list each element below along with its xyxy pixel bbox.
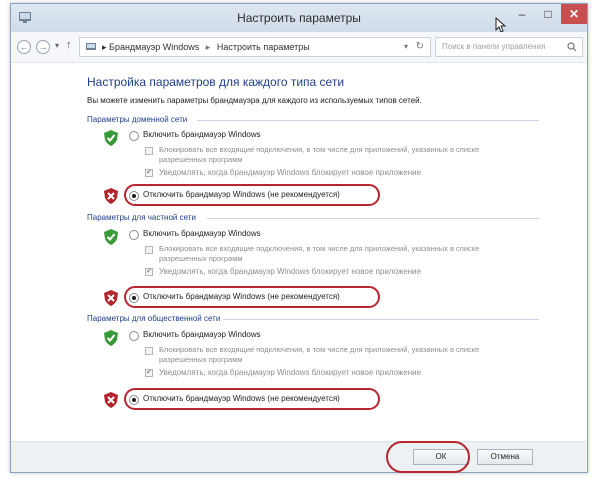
page-description: Вы можете изменить параметры брандмауэра… bbox=[87, 96, 422, 105]
highlight-oval bbox=[124, 388, 380, 410]
content-area: Настройка параметров для каждого типа се… bbox=[11, 63, 587, 445]
breadcrumb-settings[interactable]: Настроить параметры bbox=[217, 42, 310, 52]
breadcrumb-firewall[interactable]: Брандмауэр Windows bbox=[109, 42, 199, 52]
block-incoming-checkbox[interactable] bbox=[145, 147, 153, 155]
highlight-oval bbox=[124, 286, 380, 308]
group-title-private: Параметры для частной сети bbox=[87, 213, 196, 222]
group-title-domain: Параметры доменной сети bbox=[87, 115, 188, 124]
search-placeholder: Поиск в панели управления bbox=[442, 42, 546, 51]
group-title-public: Параметры для общественной сети bbox=[87, 314, 221, 323]
settings-window: Настроить параметры – □ ✕ ← → ▾ ↑ ▸ Бран… bbox=[10, 3, 588, 473]
notify-label: Уведомлять, когда брандмауэр Windows бло… bbox=[159, 168, 422, 177]
up-button[interactable]: ↑ bbox=[66, 39, 72, 51]
group-divider bbox=[207, 218, 539, 219]
navigation-bar: ← → ▾ ↑ ▸ Брандмауэр Windows ▸ Настроить… bbox=[11, 32, 587, 63]
shield-red-x-icon bbox=[104, 290, 118, 306]
close-button[interactable]: ✕ bbox=[561, 4, 587, 24]
shield-red-x-icon bbox=[104, 188, 118, 204]
breadcrumb-separator: ▸ bbox=[205, 42, 211, 52]
block-incoming-label: Блокировать все входящие подключения, в … bbox=[159, 345, 480, 364]
notify-label: Уведомлять, когда брандмауэр Windows бло… bbox=[159, 368, 422, 377]
notify-checkbox[interactable]: ✔ bbox=[145, 268, 153, 276]
highlight-oval bbox=[124, 184, 380, 206]
block-incoming-checkbox[interactable] bbox=[145, 347, 153, 355]
address-bar[interactable]: ▸ Брандмауэр Windows ▸ Настроить парамет… bbox=[79, 37, 431, 57]
shield-red-x-icon bbox=[104, 392, 118, 408]
address-dropdown-chevron-down-icon[interactable]: ▾ bbox=[404, 38, 408, 56]
search-input[interactable]: Поиск в панели управления bbox=[435, 37, 583, 57]
breadcrumb-separator: ▸ bbox=[102, 42, 110, 52]
page-title: Настройка параметров для каждого типа се… bbox=[87, 75, 345, 89]
maximize-button[interactable]: □ bbox=[535, 4, 561, 24]
block-incoming-checkbox[interactable] bbox=[145, 246, 153, 254]
notify-checkbox[interactable]: ✔ bbox=[145, 369, 153, 377]
minimize-button[interactable]: – bbox=[509, 4, 535, 24]
dialog-footer: ОК Отмена bbox=[11, 441, 587, 472]
title-bar[interactable]: Настроить параметры – □ ✕ bbox=[11, 4, 587, 33]
back-button[interactable]: ← bbox=[17, 40, 31, 54]
shield-green-check-icon bbox=[104, 130, 118, 146]
shield-green-check-icon bbox=[104, 229, 118, 245]
mouse-cursor-icon bbox=[495, 17, 507, 33]
recent-pages-chevron-down-icon[interactable]: ▾ bbox=[55, 41, 59, 50]
ok-highlight-oval bbox=[386, 441, 470, 473]
enable-firewall-label[interactable]: Включить брандмауэр Windows bbox=[143, 130, 261, 139]
cancel-button[interactable]: Отмена bbox=[477, 449, 533, 465]
enable-firewall-label[interactable]: Включить брандмауэр Windows bbox=[143, 229, 261, 238]
group-divider bbox=[223, 319, 539, 320]
enable-firewall-label[interactable]: Включить брандмауэр Windows bbox=[143, 330, 261, 339]
notify-label: Уведомлять, когда брандмауэр Windows бло… bbox=[159, 267, 422, 276]
enable-firewall-radio[interactable] bbox=[129, 131, 139, 141]
group-divider bbox=[197, 120, 539, 121]
search-icon[interactable] bbox=[567, 42, 577, 52]
refresh-icon[interactable]: ↻ bbox=[416, 38, 424, 56]
enable-firewall-radio[interactable] bbox=[129, 331, 139, 341]
block-incoming-label: Блокировать все входящие подключения, в … bbox=[159, 244, 480, 263]
enable-firewall-radio[interactable] bbox=[129, 230, 139, 240]
forward-button[interactable]: → bbox=[36, 40, 50, 54]
notify-checkbox[interactable]: ✔ bbox=[145, 169, 153, 177]
block-incoming-label: Блокировать все входящие подключения, в … bbox=[159, 145, 480, 164]
shield-green-check-icon bbox=[104, 330, 118, 346]
control-panel-icon bbox=[86, 43, 96, 50]
